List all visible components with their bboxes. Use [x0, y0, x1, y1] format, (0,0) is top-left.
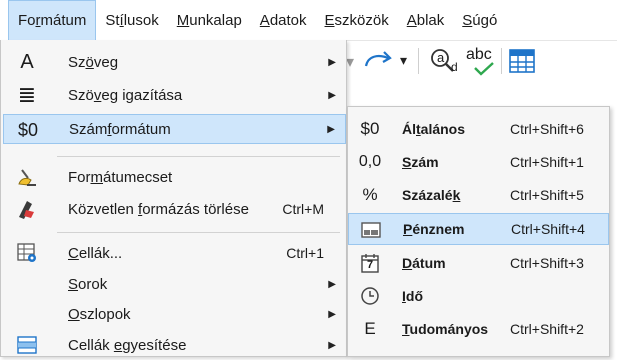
menu-separator [57, 232, 340, 233]
menubar-tools[interactable]: Eszközök [316, 0, 398, 40]
redo-icon[interactable] [362, 48, 396, 79]
redo-dropdown-icon[interactable]: ▾ [400, 52, 407, 69]
menu-item-label: Cellák... [68, 244, 123, 262]
number-format-icon: $0 [360, 119, 380, 138]
clone-formatting-icon [13, 165, 41, 189]
number-format-icon: $0 [17, 119, 39, 140]
menu-item-clear-direct-formatting[interactable]: Közvetlen formázás törlése Ctrl+M [1, 194, 346, 224]
submenu-item-number[interactable]: 0,0 Szám Ctrl+Shift+1 [348, 146, 609, 178]
menu-item-label: Szöveg [68, 53, 119, 71]
submenu-item-date[interactable]: 7 Dátum Ctrl+Shift+3 [348, 247, 609, 279]
menu-item-text[interactable]: A Szöveg ▶ [1, 47, 346, 77]
menu-item-shortcut: Ctrl+1 [286, 245, 324, 261]
menu-item-columns[interactable]: Oszlopok ▶ [1, 299, 346, 329]
submenu-item-scientific[interactable]: E Tudományos Ctrl+Shift+2 [348, 313, 609, 345]
menubar-data[interactable]: Adatok [251, 0, 316, 40]
menu-separator [57, 156, 340, 157]
table-icon[interactable] [508, 48, 536, 79]
submenu-item-label: Szám [402, 154, 439, 170]
text-icon: A [20, 50, 34, 73]
percent-icon: % [362, 185, 378, 204]
number-format-submenu: $0 Általános Ctrl+Shift+6 0,0 Szám Ctrl+… [347, 106, 610, 357]
calendar-day: 7 [367, 259, 374, 271]
align-icon: ≣ [17, 82, 37, 107]
submenu-arrow-icon: ▶ [327, 123, 335, 135]
submenu-item-label: Dátum [402, 255, 446, 271]
submenu-item-label: Tudományos [402, 321, 489, 337]
merge-cells-icon [13, 333, 41, 357]
toolbar-separator [501, 48, 502, 74]
menu-item-cells[interactable]: Cellák... Ctrl+1 [1, 238, 346, 268]
submenu-arrow-icon: ▶ [328, 56, 336, 68]
submenu-item-shortcut: Ctrl+Shift+3 [510, 255, 584, 271]
submenu-arrow-icon: ▶ [328, 278, 336, 290]
toolbar-separator [418, 48, 419, 74]
menubar: Fo r mátum St í lusok Munkalap Adatok Eszköz… [0, 0, 617, 41]
menubar-window[interactable]: Ablak [398, 0, 454, 40]
clock-icon [356, 283, 384, 309]
submenu-item-label: Általános [402, 121, 466, 137]
menu-item-rows[interactable]: Sorok ▶ [1, 269, 346, 299]
menubar-styles[interactable]: St í lusok [96, 0, 167, 40]
format-menu: A Szöveg ▶ ≣ Szöveg igazítása ▶ $0 Számf… [0, 40, 347, 357]
submenu-item-label: Idő [402, 288, 423, 304]
find-letter: a [437, 50, 445, 65]
menu-item-label: Számformátum [69, 120, 171, 138]
submenu-item-currency[interactable]: Pénznem Ctrl+Shift+4 [348, 213, 609, 245]
menu-item-label: Közvetlen formázás törlése [68, 200, 249, 218]
menu-item-label: Oszlopok [68, 305, 131, 323]
menubar-sheet[interactable]: Munkalap [168, 0, 251, 40]
replace-letter: d [451, 60, 458, 74]
menu-item-number-format[interactable]: $0 Számformátum ▶ [3, 114, 346, 144]
menu-item-label: Szöveg igazítása [68, 86, 183, 104]
submenu-item-time[interactable]: Idő [348, 280, 609, 312]
submenu-arrow-icon: ▶ [328, 89, 336, 101]
toolbar: ▾ ▾ a d abc [340, 44, 617, 104]
submenu-item-general[interactable]: $0 Általános Ctrl+Shift+6 [348, 113, 609, 145]
submenu-arrow-icon: ▶ [328, 308, 336, 320]
submenu-item-shortcut: Ctrl+Shift+5 [510, 187, 584, 203]
number-icon: 0,0 [358, 153, 382, 170]
menu-item-label: Sorok [68, 275, 108, 293]
menu-item-label: Formátumecset [68, 168, 173, 186]
menu-item-merge-cells[interactable]: Cellák egyesítése ▶ [1, 330, 346, 360]
menu-item-align-text[interactable]: ≣ Szöveg igazítása ▶ [1, 80, 346, 110]
submenu-arrow-icon: ▶ [328, 339, 336, 351]
clear-formatting-icon [13, 197, 41, 221]
spellcheck-check-icon [473, 62, 495, 81]
submenu-item-shortcut: Ctrl+Shift+1 [510, 154, 584, 170]
submenu-item-shortcut: Ctrl+Shift+6 [510, 121, 584, 137]
menu-item-label: Cellák egyesítése [68, 336, 187, 354]
undo-dropdown-icon[interactable]: ▾ [346, 52, 354, 72]
calendar-icon: 7 [356, 250, 384, 276]
menubar-format[interactable]: Fo r mátum [8, 0, 97, 40]
scientific-icon: E [364, 319, 376, 338]
menu-item-clone-formatting[interactable]: Formátumecset [1, 162, 346, 192]
cells-icon [13, 241, 41, 265]
submenu-item-shortcut: Ctrl+Shift+4 [511, 221, 585, 237]
submenu-item-shortcut: Ctrl+Shift+2 [510, 321, 584, 337]
currency-icon [357, 217, 385, 243]
submenu-item-label: Pénznem [403, 221, 465, 237]
menubar-help[interactable]: Súgó [453, 0, 506, 40]
menu-item-shortcut: Ctrl+M [282, 201, 324, 217]
submenu-item-label: Százalék [402, 187, 461, 203]
submenu-item-percent[interactable]: % Százalék Ctrl+Shift+5 [348, 179, 609, 211]
